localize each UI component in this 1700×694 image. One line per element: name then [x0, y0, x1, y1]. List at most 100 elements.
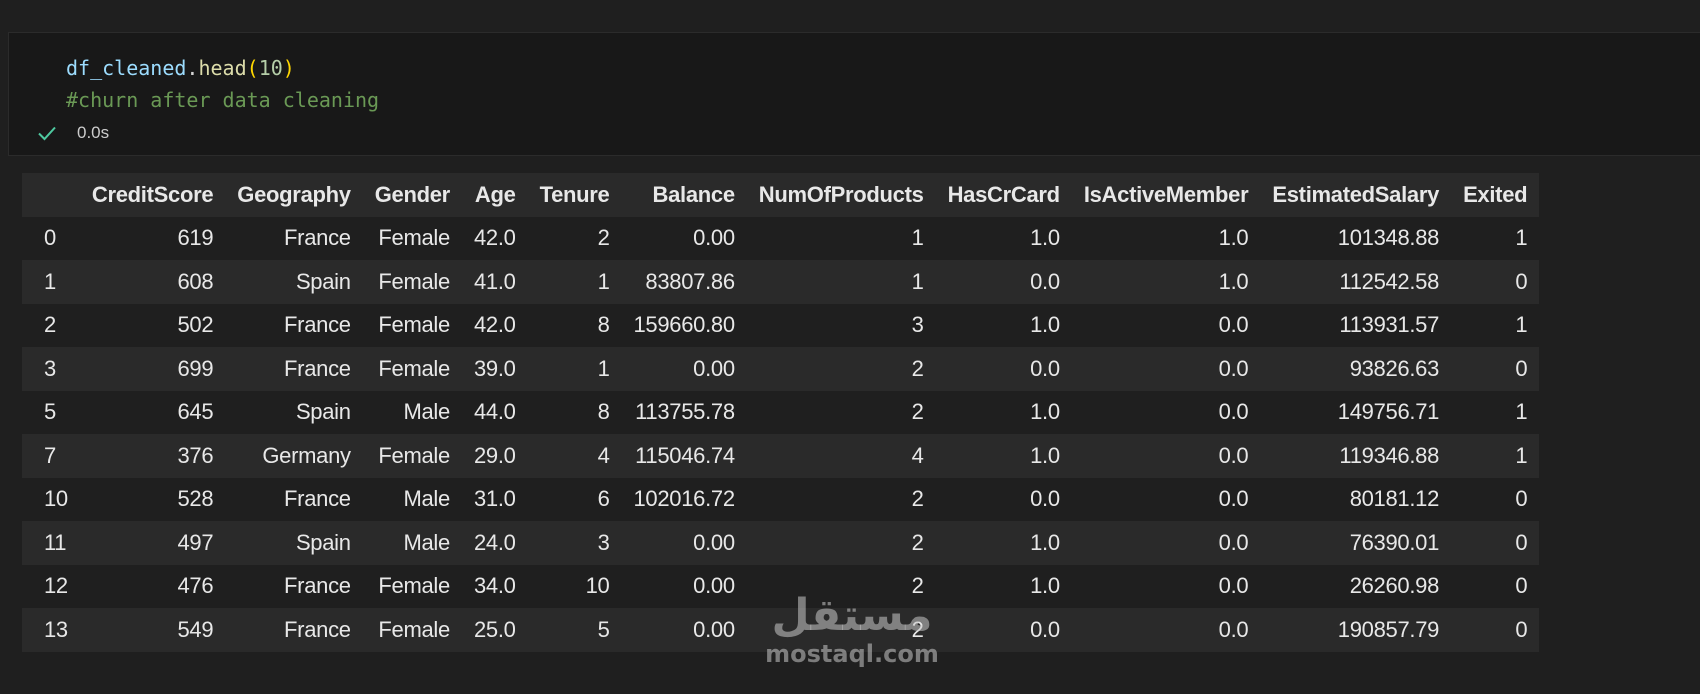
table-cell: 1.0: [1030, 529, 1060, 555]
table-cell: Female: [378, 355, 450, 381]
table-cell: France: [284, 355, 351, 381]
table-cell: 2: [911, 529, 924, 555]
table-cell: 149756.71: [1337, 399, 1440, 425]
row-index: 7: [44, 442, 56, 468]
dataframe-table: CreditScore Geography Gender Age Tenure Balan…: [22, 173, 1540, 652]
code-comment: #churn after data cleaning: [66, 88, 380, 112]
table-cell: 1: [1515, 312, 1528, 338]
cell-output: CreditScore Geography Gender Age Tenure Balan…: [22, 173, 1540, 652]
table-cell: 29.0: [473, 442, 516, 468]
table-cell: 1.0: [1218, 225, 1249, 251]
table-cell: 608: [177, 268, 214, 294]
row-index: 5: [44, 399, 56, 425]
table-cell: 0: [1515, 486, 1528, 512]
table-cell: 0.0: [1030, 486, 1060, 512]
column-header: Gender: [374, 181, 451, 207]
table-cell: Male: [403, 399, 450, 425]
table-cell: 476: [177, 573, 214, 599]
table-row: 1 608 Spain Female 41.0 1 83807.86 1 0.0 1.0 11254…: [22, 260, 1540, 304]
table-cell: 0.0: [1218, 486, 1249, 512]
table-cell: Female: [378, 312, 450, 338]
column-header: Geography: [237, 181, 351, 207]
execution-status: 0.0s: [35, 121, 109, 145]
code-dot: .: [186, 56, 199, 80]
table-row: 13 549 France Female 25.0 5 0.00 2 0.0 0.0 190857.…: [22, 608, 1540, 652]
row-index: 0: [44, 225, 56, 251]
table-cell: 1: [911, 268, 924, 294]
table-cell: 0: [1515, 616, 1528, 642]
table-cell: 0.00: [693, 225, 735, 251]
table-cell: 101348.88: [1337, 225, 1440, 251]
code-argument: 10: [258, 56, 283, 80]
table-cell: 1: [597, 268, 610, 294]
column-header: Tenure: [539, 181, 610, 207]
table-cell: 528: [177, 486, 214, 512]
table-cell: 83807.86: [645, 268, 735, 294]
table-cell: 34.0: [473, 573, 516, 599]
column-header: Age: [474, 181, 516, 207]
column-header: NumOfProducts: [758, 181, 924, 207]
code-function: head: [198, 56, 247, 80]
table-cell: 8: [597, 399, 610, 425]
row-index: 1: [44, 268, 56, 294]
column-header: HasCrCard: [947, 181, 1061, 207]
table-cell: Male: [403, 529, 450, 555]
table-cell: 39.0: [473, 355, 516, 381]
table-cell: 0.0: [1030, 268, 1060, 294]
code-line-1: df_cleaned.head(10): [66, 52, 379, 84]
table-cell: France: [284, 616, 351, 642]
column-header: Balance: [652, 181, 736, 207]
table-cell: 102016.72: [633, 486, 736, 512]
table-cell: Germany: [262, 442, 351, 468]
table-cell: Female: [378, 573, 450, 599]
table-cell: 0.0: [1218, 573, 1249, 599]
table-cell: France: [284, 573, 351, 599]
code-close-paren: ): [282, 56, 295, 80]
table-cell: 497: [177, 529, 214, 555]
table-cell: 0.0: [1030, 355, 1060, 381]
table-cell: 3: [597, 529, 610, 555]
table-cell: 619: [177, 225, 214, 251]
table-cell: Female: [378, 268, 450, 294]
table-cell: 1.0: [1030, 442, 1060, 468]
table-cell: 159660.80: [633, 312, 736, 338]
index-header: [22, 173, 80, 217]
code-variable: df_cleaned: [66, 56, 187, 80]
table-cell: 2: [597, 225, 610, 251]
table-cell: 1.0: [1030, 399, 1060, 425]
table-cell: 24.0: [473, 529, 516, 555]
table-cell: Female: [378, 616, 450, 642]
table-cell: 0.0: [1030, 616, 1060, 642]
row-index: 2: [44, 312, 56, 338]
execution-time: 0.0s: [77, 123, 110, 142]
table-cell: 80181.12: [1349, 486, 1440, 512]
table-cell: 31.0: [473, 486, 516, 512]
code-cell[interactable]: df_cleaned.head(10) #churn after data cle…: [8, 32, 1700, 156]
table-row: 5 645 Spain Male 44.0 8 113755.78 2 1.0 0.0 149756…: [22, 390, 1540, 434]
table-cell: 190857.79: [1337, 616, 1440, 642]
table-cell: 1.0: [1030, 225, 1060, 251]
table-cell: 0: [1515, 355, 1528, 381]
table-cell: 0.0: [1218, 399, 1249, 425]
row-index: 3: [44, 355, 56, 381]
table-cell: Male: [403, 486, 450, 512]
table-cell: 1.0: [1030, 573, 1060, 599]
table-cell: 0: [1515, 573, 1528, 599]
column-header: EstimatedSalary: [1272, 181, 1440, 207]
table-cell: Spain: [295, 529, 351, 555]
table-cell: 119346.88: [1339, 442, 1440, 468]
table-cell: 2: [911, 616, 924, 642]
table-cell: 0.0: [1218, 616, 1249, 642]
column-header: IsActiveMember: [1083, 181, 1249, 207]
code-editor[interactable]: df_cleaned.head(10) #churn after data cle…: [66, 52, 379, 116]
table-cell: Female: [378, 442, 450, 468]
table-cell: 1: [1515, 399, 1528, 425]
table-body: 0 619 France Female 42.0 2 0.00 1 1.0 1.0 101348.8…: [22, 216, 1540, 652]
column-header: Exited: [1463, 181, 1528, 207]
row-index: 11: [44, 529, 67, 555]
table-row: 12 476 France Female 34.0 10 0.00 2 1.0 0.0 26260.…: [22, 564, 1540, 608]
table-cell: 112542.58: [1339, 268, 1440, 294]
column-header: CreditScore: [91, 181, 214, 207]
table-cell: 1.0: [1030, 312, 1060, 338]
table-cell: France: [284, 225, 351, 251]
